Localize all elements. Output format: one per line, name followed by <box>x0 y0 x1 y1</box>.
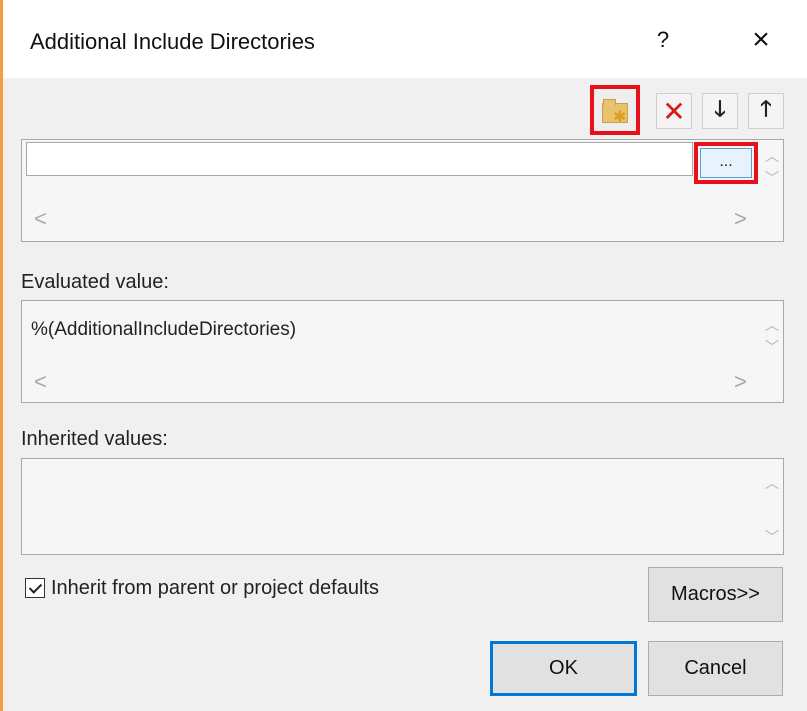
browse-button-highlight: ... <box>694 142 758 184</box>
list-toolbar: ✱ ✕ 🡓 🡑 <box>588 85 798 135</box>
arrow-up-icon: 🡑 <box>760 96 772 121</box>
scroll-left-arrow[interactable]: < <box>34 206 47 231</box>
title-bar: Additional Include Directories ? × <box>3 0 807 78</box>
inherited-values-box: ︿ ﹀ <box>21 458 784 555</box>
scroll-right-arrow[interactable]: > <box>734 369 747 394</box>
delete-icon: ✕ <box>662 95 686 127</box>
new-star-icon: ✱ <box>613 109 627 126</box>
close-button[interactable]: × <box>739 18 783 62</box>
scroll-down-arrow[interactable]: ﹀ <box>763 337 781 357</box>
inherit-checkbox-label[interactable]: Inherit from parent or project defaults <box>51 577 379 600</box>
new-line-button[interactable]: ✱ <box>590 85 640 135</box>
browse-button[interactable]: ... <box>700 148 752 178</box>
evaluated-value-box: %(AdditionalIncludeDirectories) ︿ ﹀ < > <box>21 300 784 403</box>
evaluated-value-label: Evaluated value: <box>21 271 169 293</box>
scroll-right-arrow[interactable]: > <box>734 206 747 231</box>
scroll-up-arrow[interactable]: ︿ <box>763 315 781 335</box>
macros-button[interactable]: Macros>> <box>648 567 783 622</box>
delete-button[interactable]: ✕ <box>656 93 692 129</box>
directories-list: ... ︿ ﹀ < > <box>21 139 784 242</box>
scroll-up-arrow[interactable]: ︿ <box>763 473 781 493</box>
scroll-up-arrow[interactable]: ︿ <box>763 146 781 166</box>
scroll-down-arrow[interactable]: ﹀ <box>763 527 781 547</box>
inherited-values-label: Inherited values: <box>21 428 168 450</box>
scroll-down-arrow[interactable]: ﹀ <box>763 168 781 188</box>
help-button[interactable]: ? <box>643 20 683 60</box>
additional-include-directories-dialog: Additional Include Directories ? × ✱ ✕ 🡓… <box>3 0 807 711</box>
inherit-checkbox[interactable] <box>25 578 45 598</box>
new-folder-icon: ✱ <box>602 99 628 126</box>
arrow-down-icon: 🡓 <box>714 96 726 121</box>
cancel-button[interactable]: Cancel <box>648 641 783 696</box>
evaluated-value-text: %(AdditionalIncludeDirectories) <box>31 319 297 340</box>
move-up-button[interactable]: 🡑 <box>748 93 784 129</box>
directory-edit-field[interactable] <box>26 142 693 176</box>
directory-input[interactable] <box>27 143 692 175</box>
scroll-left-arrow[interactable]: < <box>34 369 47 394</box>
ok-button[interactable]: OK <box>490 641 637 696</box>
inherit-checkbox-row[interactable]: Inherit from parent or project defaults <box>25 574 379 602</box>
move-down-button[interactable]: 🡓 <box>702 93 738 129</box>
dialog-title: Additional Include Directories <box>30 29 315 54</box>
